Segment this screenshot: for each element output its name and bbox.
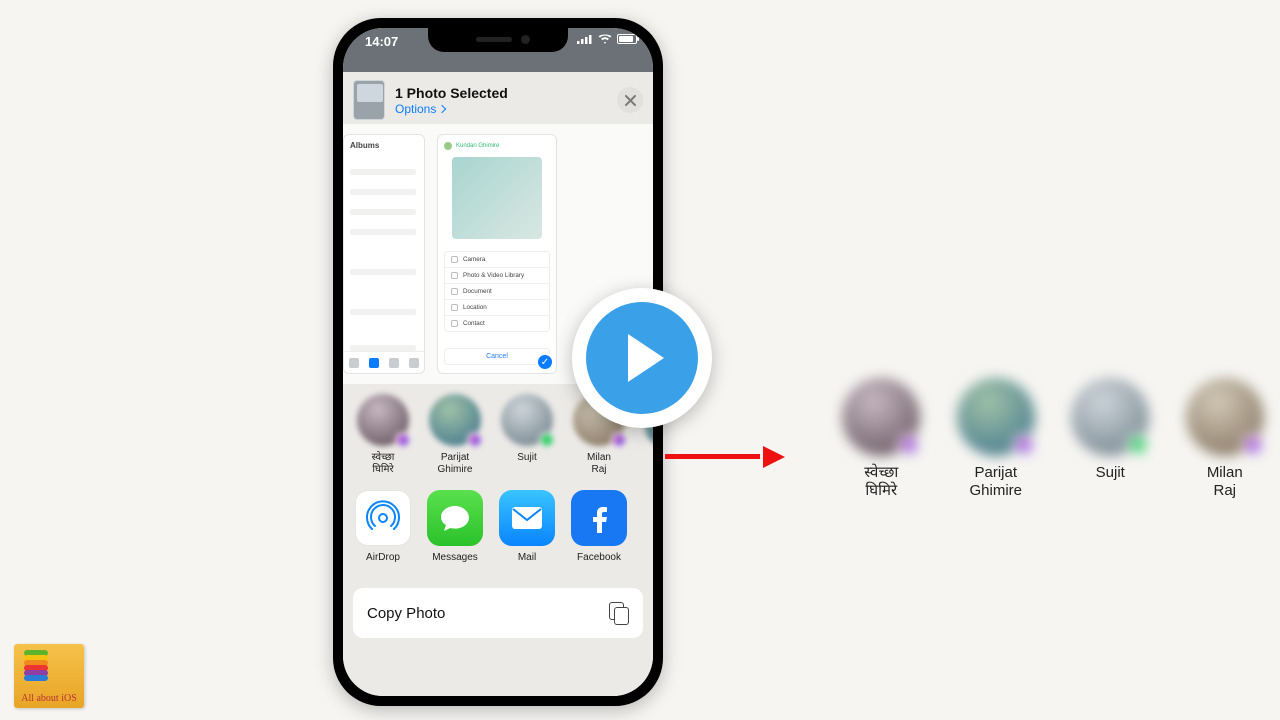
- share-options-link[interactable]: Options: [395, 102, 508, 116]
- avatar: [429, 394, 481, 446]
- preview-screenshot-1[interactable]: Albums: [343, 134, 425, 374]
- share-title: 1 Photo Selected: [395, 85, 508, 101]
- action-copy-photo[interactable]: Copy Photo: [353, 588, 643, 638]
- contact-item-xl: स्वेच्छा घिमिरे: [838, 378, 925, 500]
- app-facebook[interactable]: Facebook: [571, 490, 627, 576]
- avatar: [357, 394, 409, 446]
- app-label: Mail: [499, 552, 555, 563]
- share-options-label: Options: [395, 102, 436, 116]
- contact-item[interactable]: Parijat Ghimire: [429, 394, 481, 475]
- contacts-callout: स्वेच्छा घिमिरे Parijat Ghimire Sujit Mi…: [838, 378, 1268, 500]
- app-airdrop[interactable]: AirDrop: [355, 490, 411, 576]
- status-right: [577, 34, 637, 44]
- app-label: AirDrop: [355, 552, 411, 563]
- iphone-notch: [428, 28, 568, 52]
- contact-name: Parijat Ghimire: [953, 464, 1040, 500]
- cellular-icon: [577, 34, 593, 44]
- contact-name: स्वेच्छा घिमिरे: [838, 464, 925, 500]
- chevron-right-icon: [438, 104, 446, 112]
- play-icon: [586, 302, 698, 414]
- preview2-image: [452, 157, 542, 239]
- preview-screenshot-2[interactable]: Kundan Ghimire Camera Photo & Video Libr…: [437, 134, 557, 374]
- avatar: [842, 378, 920, 456]
- selected-photo-thumb[interactable]: [353, 80, 385, 120]
- mail-icon: [499, 490, 555, 546]
- contact-item-xl: Sujit: [1067, 378, 1154, 500]
- airdrop-icon: [355, 490, 411, 546]
- avatar: [1186, 378, 1264, 456]
- share-apps-row[interactable]: AirDrop Messages Mail: [343, 482, 653, 584]
- app-messages[interactable]: Messages: [427, 490, 483, 576]
- wifi-icon: [598, 34, 612, 44]
- contact-name: Sujit: [1067, 464, 1154, 482]
- logo-text: All about iOS: [14, 693, 84, 704]
- preview1-header: Albums: [350, 141, 379, 150]
- copy-icon: [609, 602, 629, 624]
- share-header: 1 Photo Selected Options: [343, 72, 653, 124]
- preview2-contact: Kundan Ghimire: [456, 143, 499, 149]
- contact-item[interactable]: स्वेच्छा घिमिरे: [357, 394, 409, 475]
- contact-name: स्वेच्छा घिमिरे: [357, 452, 409, 475]
- app-mail[interactable]: Mail: [499, 490, 555, 576]
- avatar: [501, 394, 553, 446]
- canvas: 14:07 1 Photo Selected Options: [0, 0, 1280, 720]
- preview2-menu: Camera Photo & Video Library Document Lo…: [444, 251, 550, 332]
- app-label: Facebook: [571, 552, 627, 563]
- contact-item[interactable]: Sujit: [501, 394, 553, 464]
- facebook-icon: [571, 490, 627, 546]
- contact-item-xl: Parijat Ghimire: [953, 378, 1040, 500]
- channel-logo: All about iOS: [14, 644, 84, 708]
- preview2-cancel: Cancel: [444, 348, 550, 365]
- preview1-tabbar: [344, 351, 424, 373]
- share-actions-list: Copy Photo: [343, 584, 653, 648]
- contact-name: Milan Raj: [573, 452, 625, 475]
- avatar: [1071, 378, 1149, 456]
- battery-icon: [617, 34, 637, 44]
- status-time: 14:07: [365, 34, 398, 49]
- selected-check-icon: ✓: [536, 353, 554, 371]
- contact-name: Milan Raj: [1182, 464, 1269, 500]
- close-button[interactable]: [617, 87, 643, 113]
- contact-name: Parijat Ghimire: [429, 452, 481, 475]
- app-label: Messages: [427, 552, 483, 563]
- action-label: Copy Photo: [367, 605, 445, 622]
- play-button[interactable]: [572, 288, 712, 428]
- contact-item-xl: Milan Raj: [1182, 378, 1269, 500]
- contact-name: Sujit: [501, 452, 553, 464]
- close-icon: [625, 95, 636, 106]
- messages-icon: [427, 490, 483, 546]
- arrow-annotation: [665, 446, 785, 466]
- avatar: [957, 378, 1035, 456]
- apple-stripes-icon: [24, 650, 48, 678]
